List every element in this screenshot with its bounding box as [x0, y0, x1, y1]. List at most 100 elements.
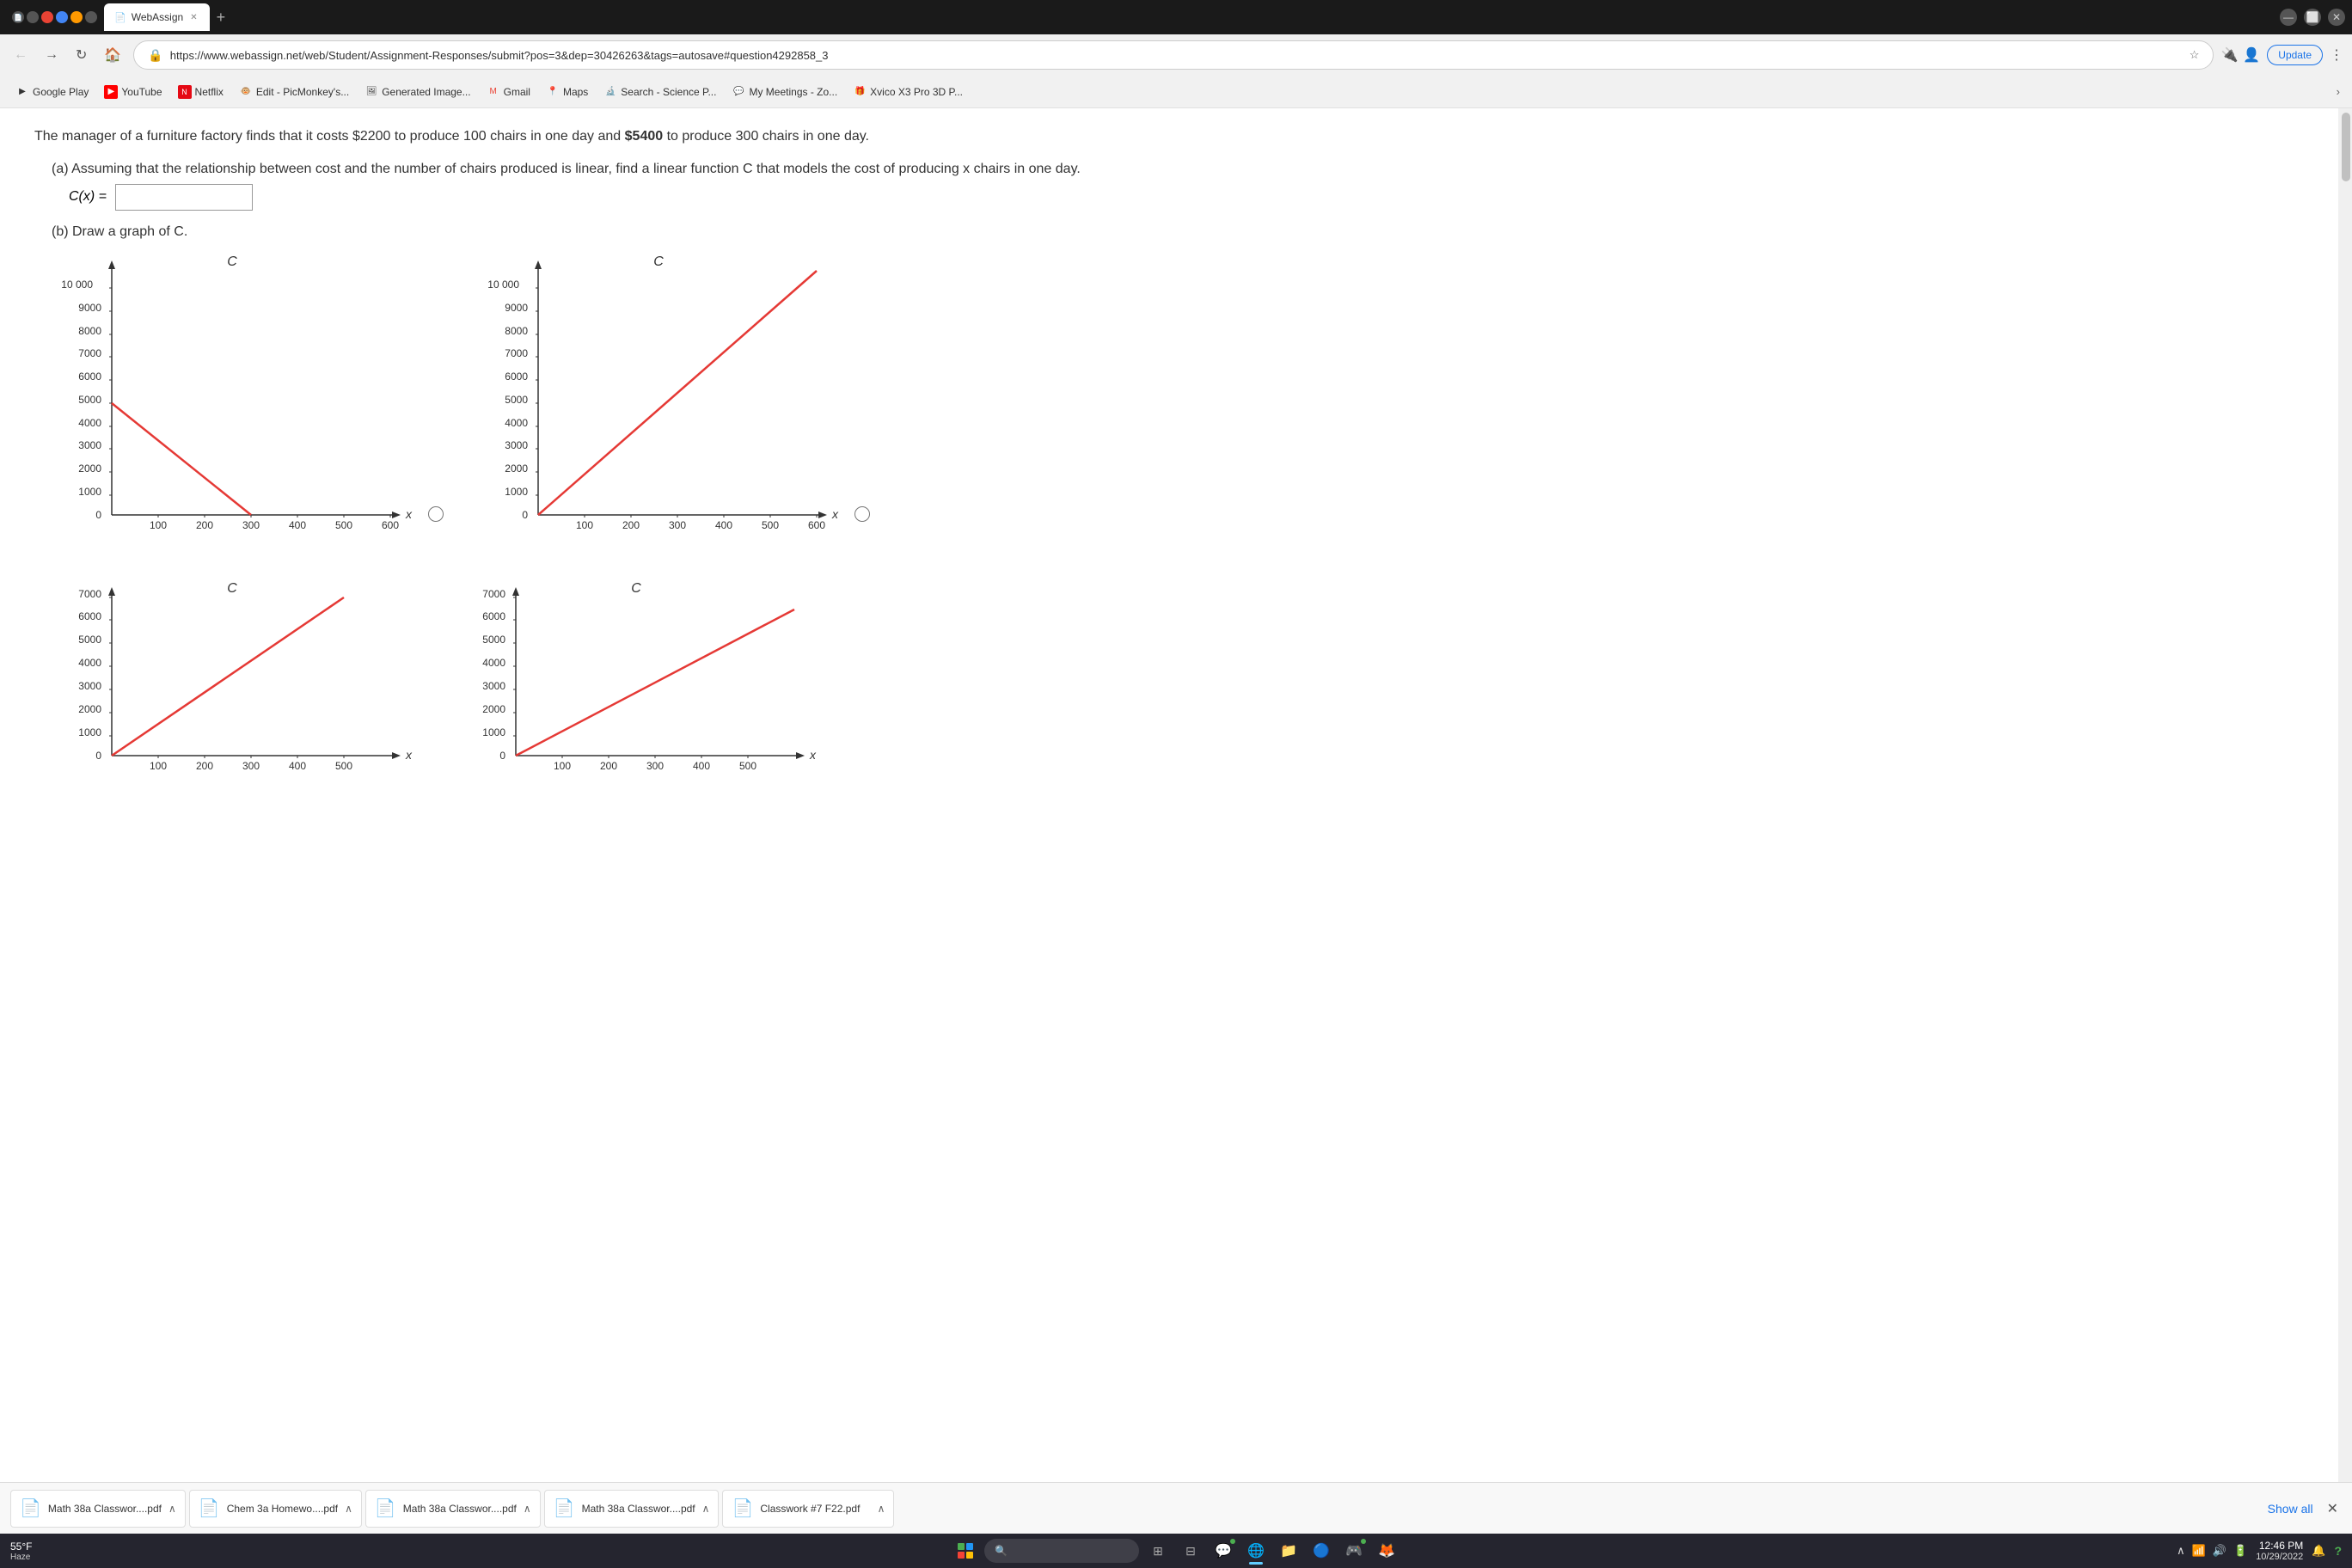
active-tab[interactable]: 📄 WebAssign ✕	[104, 3, 210, 31]
widgets-icon: ⊟	[1185, 1544, 1196, 1559]
clock-time: 12:46 PM	[2256, 1540, 2303, 1552]
app-btn[interactable]: 🦊	[1373, 1537, 1400, 1565]
bookmark-gmail[interactable]: M Gmail	[480, 83, 537, 101]
scrollbar-thumb[interactable]	[2342, 113, 2350, 181]
windows-logo	[958, 1543, 973, 1559]
bookmark-science[interactable]: 🔬 Search - Science P...	[597, 83, 723, 101]
taskbar-center: 🔍 ⊞ ⊟ 💬 🌐 📁 🔵 🎮	[952, 1537, 1400, 1565]
bookmark-xvico[interactable]: 🎁 Xvico X3 Pro 3D P...	[846, 83, 970, 101]
clock-date: 10/29/2022	[2256, 1552, 2303, 1562]
refresh-btn[interactable]: ↻	[70, 43, 92, 67]
show-all-btn[interactable]: Show all	[2261, 1498, 2320, 1519]
download-item-4[interactable]: 📄 Math 38a Classwor....pdf ∧	[544, 1490, 720, 1528]
edge-btn[interactable]: 🌐	[1242, 1537, 1270, 1565]
svg-text:2000: 2000	[505, 462, 528, 475]
taskbar-search[interactable]: 🔍	[984, 1539, 1139, 1563]
graph2-wrapper: C x 0 1000 2000 3000 4000	[478, 248, 848, 558]
close-downloads-btn[interactable]: ✕	[2324, 1497, 2342, 1521]
cx-input-field[interactable]	[115, 184, 253, 211]
bookmarks-more-btn[interactable]: ›	[2333, 82, 2343, 101]
profile-icon[interactable]: 👤	[2243, 46, 2260, 64]
bookmark-netflix[interactable]: N Netflix	[171, 83, 230, 101]
back-btn[interactable]: ←	[9, 44, 33, 66]
svg-text:5000: 5000	[505, 394, 528, 406]
downloads-bar: 📄 Math 38a Classwor....pdf ∧ 📄 Chem 3a H…	[0, 1482, 2352, 1534]
graph4-container: C 0 1000 2000 3000 4000 5000 6000 7000	[456, 575, 825, 764]
svg-text:10 000: 10 000	[61, 279, 93, 291]
bookmark-zoom[interactable]: 💬 My Meetings - Zo...	[725, 83, 844, 101]
svg-text:2000: 2000	[482, 703, 505, 715]
google-play-icon: ▶	[15, 85, 29, 99]
bookmark-label: YouTube	[121, 86, 162, 98]
notification-center-icon[interactable]: 🔔	[2310, 1542, 2327, 1559]
svg-text:200: 200	[600, 760, 617, 772]
download-item-2[interactable]: 📄 Chem 3a Homewo....pdf ∧	[189, 1490, 362, 1528]
svg-text:200: 200	[622, 519, 640, 531]
minimize-btn[interactable]: —	[2280, 9, 2297, 26]
svg-text:3000: 3000	[78, 680, 101, 692]
svg-text:100: 100	[576, 519, 593, 531]
weather-info[interactable]: 55°F Haze	[10, 1540, 32, 1562]
battery-icon[interactable]: 🔋	[2232, 1542, 2249, 1559]
generated-image-icon: 🖼	[364, 85, 378, 99]
download-chevron-4[interactable]: ∧	[702, 1503, 710, 1515]
bookmark-picmonkey[interactable]: 🐵 Edit - PicMonkey's...	[232, 83, 356, 101]
teams-btn[interactable]: 💬	[1210, 1537, 1237, 1565]
close-btn[interactable]: ✕	[2328, 9, 2345, 26]
bookmark-label: Gmail	[504, 86, 530, 98]
page-scrollbar[interactable]	[2338, 108, 2352, 1482]
bookmark-google-play[interactable]: ▶ Google Play	[9, 83, 95, 101]
bookmark-label: Netflix	[195, 86, 224, 98]
tab-close-btn[interactable]: ✕	[188, 13, 199, 22]
youtube-icon: ▶	[104, 85, 118, 99]
svg-text:5000: 5000	[482, 634, 505, 646]
download-chevron-1[interactable]: ∧	[168, 1503, 176, 1515]
svg-text:4000: 4000	[78, 417, 101, 429]
maximize-btn[interactable]: ⬜	[2304, 9, 2321, 26]
graph3-svg: C 0 1000 2000 3000 4000 5000 6000 7000	[52, 575, 421, 764]
svg-text:2000: 2000	[78, 462, 101, 475]
weather-temp: 55°F	[10, 1540, 32, 1553]
home-btn[interactable]: 🏠	[99, 43, 126, 67]
extensions-icon[interactable]: 🔌	[2220, 46, 2238, 64]
graph1-radio[interactable]	[428, 506, 444, 522]
discord-btn[interactable]: 🎮	[1340, 1537, 1368, 1565]
svg-text:C: C	[653, 254, 664, 269]
volume-icon[interactable]: 🔊	[2211, 1542, 2228, 1559]
help-icon[interactable]: ?	[2334, 1544, 2342, 1558]
svg-text:1000: 1000	[78, 486, 101, 498]
taskview-btn[interactable]: ⊞	[1144, 1537, 1172, 1565]
download-chevron-3[interactable]: ∧	[524, 1503, 531, 1515]
download-chevron-5[interactable]: ∧	[878, 1503, 885, 1515]
download-item-5[interactable]: 📄 Classwork #7 F22.pdf ∧	[722, 1490, 894, 1528]
clock-area[interactable]: 12:46 PM 10/29/2022	[2256, 1540, 2303, 1562]
maps-icon: 📍	[546, 85, 560, 99]
download-chevron-2[interactable]: ∧	[345, 1503, 352, 1515]
download-name-3: Math 38a Classwor....pdf	[403, 1503, 517, 1515]
download-name-2: Chem 3a Homewo....pdf	[227, 1503, 338, 1515]
explorer-btn[interactable]: 📁	[1275, 1537, 1302, 1565]
graph2-radio[interactable]	[854, 506, 870, 522]
address-bar[interactable]: 🔒 https://www.webassign.net/web/Student/…	[133, 40, 2214, 70]
network-icon[interactable]: 📶	[2190, 1542, 2208, 1559]
bookmark-star-icon[interactable]: ☆	[2190, 48, 2200, 62]
forward-btn[interactable]: →	[40, 44, 64, 66]
tray-overflow-icon[interactable]: ∧	[2175, 1542, 2187, 1559]
bookmark-generated-image[interactable]: 🖼 Generated Image...	[358, 83, 477, 101]
chrome-btn[interactable]: 🔵	[1308, 1537, 1335, 1565]
bookmark-maps[interactable]: 📍 Maps	[539, 83, 595, 101]
new-tab-btn[interactable]: +	[211, 9, 231, 27]
pdf-icon-1: 📄	[20, 1498, 41, 1519]
widgets-btn[interactable]: ⊟	[1177, 1537, 1204, 1565]
bookmark-youtube[interactable]: ▶ YouTube	[97, 83, 168, 101]
window-controls: — ⬜ ✕	[2280, 9, 2345, 26]
download-name-1: Math 38a Classwor....pdf	[48, 1503, 162, 1515]
svg-text:3000: 3000	[505, 439, 528, 451]
start-button[interactable]	[952, 1537, 979, 1565]
update-btn[interactable]: Update	[2267, 45, 2323, 65]
taskview-icon: ⊞	[1153, 1544, 1163, 1559]
download-item-3[interactable]: 📄 Math 38a Classwor....pdf ∧	[365, 1490, 541, 1528]
svg-text:7000: 7000	[482, 588, 505, 600]
download-item-1[interactable]: 📄 Math 38a Classwor....pdf ∧	[10, 1490, 186, 1528]
menu-btn[interactable]: ⋮	[2330, 46, 2343, 64]
